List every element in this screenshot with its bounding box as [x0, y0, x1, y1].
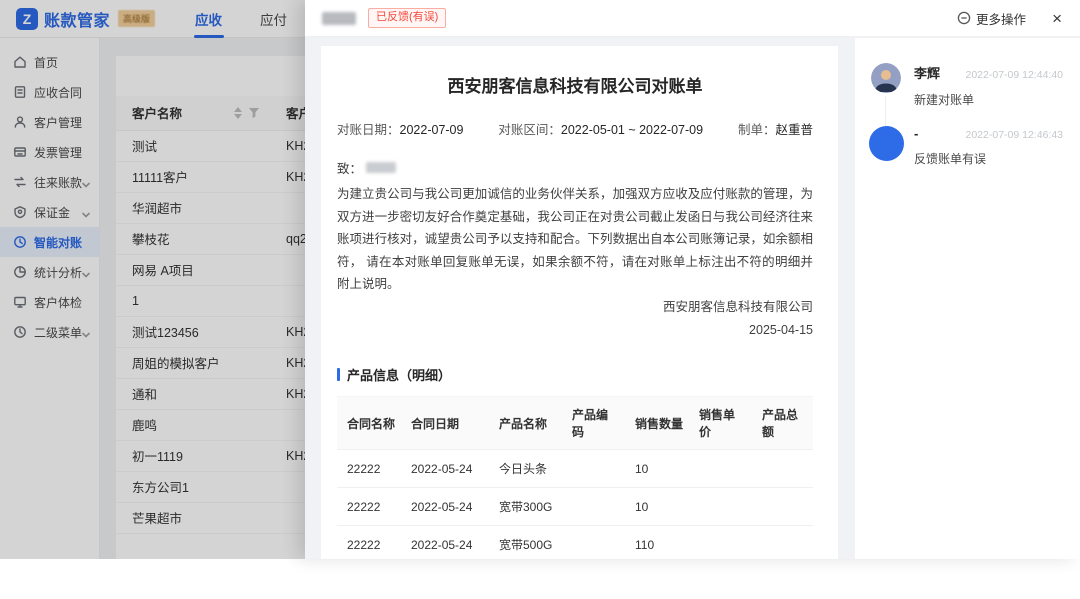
column-label: 合同日期 — [401, 397, 489, 450]
status-badge: 已反馈(有误) — [368, 8, 446, 27]
product-row: 222222022-05-24 宽带300G 10 — [337, 488, 813, 526]
statement-range: 2022-05-01 ~ 2022-07-09 — [561, 123, 703, 137]
column-label: 产品名称 — [489, 397, 562, 450]
salutation-line: 致： — [337, 158, 813, 177]
statement-body: 为建立贵公司与我公司更加诚信的业务伙伴关系，加强双方应收及应付账款的管理，为双方… — [337, 183, 813, 296]
drawer-header: 已反馈(有误) 更多操作 × — [305, 0, 1080, 37]
blue-dot-avatar — [869, 126, 904, 161]
signature-date: 2025-04-15 — [337, 319, 813, 343]
statement-document: 西安朋客信息科技有限公司对账单 对账日期：2022-07-09 对账区间：202… — [321, 46, 838, 559]
product-row: 222222022-05-24 宽带500G 110 — [337, 526, 813, 560]
column-label: 销售单价 — [689, 397, 752, 450]
timeline-action: 新建对账单 — [914, 91, 1063, 108]
statement-meta: 对账日期：2022-07-09 对账区间：2022-05-01 ~ 2022-0… — [337, 119, 813, 138]
timeline-connector — [885, 96, 886, 126]
timeline-timestamp: 2022-07-09 12:46:43 — [966, 129, 1064, 141]
redacted-recipient — [366, 162, 396, 173]
column-label: 产品总额 — [752, 397, 813, 450]
more-actions-label: 更多操作 — [976, 9, 1026, 28]
drawer-body: 西安朋客信息科技有限公司对账单 对账日期：2022-07-09 对账区间：202… — [305, 38, 1080, 559]
timeline-timestamp: 2022-07-09 12:44:40 — [966, 69, 1064, 81]
product-table: 合同名称 合同日期 产品名称 产品编码 销售数量 销售单价 产品总额 22222… — [337, 396, 813, 559]
product-row: 222222022-05-24 今日头条 10 — [337, 450, 813, 488]
statement-title: 西安朋客信息科技有限公司对账单 — [337, 72, 813, 97]
column-label: 合同名称 — [337, 397, 401, 450]
product-section-title: 产品信息（明细） — [337, 365, 813, 384]
close-icon[interactable]: × — [1052, 10, 1062, 27]
timeline-user: - — [914, 126, 918, 141]
minus-circle-icon — [957, 11, 971, 25]
column-label: 销售数量 — [625, 397, 689, 450]
activity-timeline: 李辉 2022-07-09 12:44:40 新建对账单 - 2022-07-0… — [855, 38, 1080, 559]
reconciliation-drawer: 已反馈(有误) 更多操作 × 西安朋客信息科技有限公司对账单 对账日期：2022… — [305, 0, 1080, 559]
signature-company: 西安朋客信息科技有限公司 — [337, 296, 813, 320]
column-label: 产品编码 — [562, 397, 625, 450]
redacted-document-title — [322, 12, 356, 25]
timeline-item: - 2022-07-09 12:46:43 反馈账单有误 — [871, 126, 1063, 183]
timeline-action: 反馈账单有误 — [914, 150, 1063, 167]
timeline-item: 李辉 2022-07-09 12:44:40 新建对账单 — [871, 63, 1063, 124]
statement-date: 2022-07-09 — [400, 123, 464, 137]
section-accent-bar — [337, 368, 340, 381]
avatar — [871, 63, 901, 93]
statement-maker: 赵重普 — [775, 123, 813, 137]
more-actions-button[interactable]: 更多操作 — [957, 9, 1026, 28]
timeline-user: 李辉 — [914, 63, 940, 82]
